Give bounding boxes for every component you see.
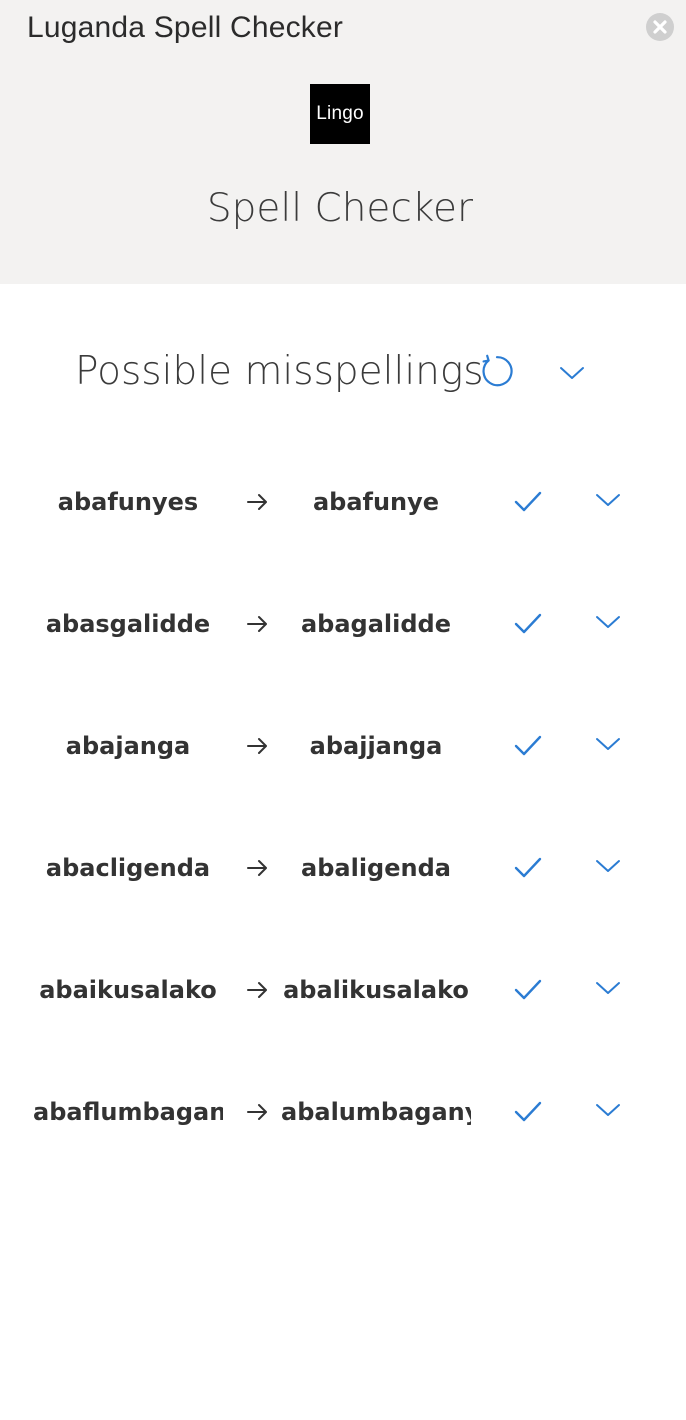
checkmark-icon <box>514 1101 542 1122</box>
suggestion-row: abaikusalako abalikusalako <box>0 958 686 1080</box>
refresh-button[interactable] <box>478 353 514 389</box>
chevron-down-icon <box>596 1104 620 1116</box>
misspelled-word: abaikusalako <box>39 976 217 1004</box>
arrow-right-icon <box>247 982 267 998</box>
arrow-right-icon <box>247 860 267 876</box>
arrow-right-icon <box>247 1104 267 1120</box>
suggestion-list: abafunyes abafunye abasgalidde abagalidd… <box>0 470 686 1202</box>
suggestion-row: abasgalidde abagalidde <box>0 592 686 714</box>
accept-suggestion-button[interactable] <box>512 485 544 517</box>
suggested-word: abalikusalako <box>283 976 469 1004</box>
accept-suggestion-button[interactable] <box>512 973 544 1005</box>
arrow-right-icon <box>247 616 267 632</box>
chevron-down-icon <box>596 616 620 628</box>
misspelled-word: abacligenda <box>45 854 211 882</box>
app-subtitle: Spell Checker <box>206 186 474 231</box>
chevron-down-icon <box>560 367 584 379</box>
expand-row-button[interactable] <box>594 974 622 1002</box>
expand-row-button[interactable] <box>594 486 622 514</box>
suggested-word: abafunye <box>312 488 440 516</box>
checkmark-icon <box>514 857 542 878</box>
expand-row-button[interactable] <box>594 730 622 758</box>
suggested-word: abagalidde <box>300 610 452 638</box>
arrow-right-icon <box>247 738 267 754</box>
chevron-down-icon <box>596 860 620 872</box>
pane-title: Luganda Spell Checker <box>27 11 344 44</box>
task-pane-header: Luganda Spell Checker Lingo Spell Checke… <box>0 0 686 284</box>
chevron-down-icon <box>596 982 620 994</box>
suggested-word: abajjanga <box>309 732 443 760</box>
accept-suggestion-button[interactable] <box>512 851 544 883</box>
lingo-logo: Lingo <box>310 84 370 144</box>
suggested-word: abaligenda <box>301 854 451 882</box>
accept-suggestion-button[interactable] <box>512 729 544 761</box>
misspelled-word: abaflumbaganyi <box>33 1098 223 1126</box>
expand-row-button[interactable] <box>594 608 622 636</box>
section-collapse-button[interactable] <box>558 359 586 387</box>
checkmark-icon <box>514 735 542 756</box>
refresh-icon <box>482 354 513 387</box>
misspelled-word: abafunyes <box>57 488 199 516</box>
chevron-down-icon <box>596 494 620 506</box>
misspelled-word: abasgalidde <box>45 610 211 638</box>
chevron-down-icon <box>596 738 620 750</box>
expand-row-button[interactable] <box>594 852 622 880</box>
expand-row-button[interactable] <box>594 1096 622 1124</box>
checkmark-icon <box>514 979 542 1000</box>
suggestion-row: abajanga abajjanga <box>0 714 686 836</box>
suggestion-row: abafunyes abafunye <box>0 470 686 592</box>
checkmark-icon <box>514 613 542 634</box>
section-title: Possible misspellings <box>75 349 484 394</box>
arrow-right-icon <box>247 494 267 510</box>
close-button[interactable] <box>646 13 674 41</box>
suggestion-row: abacligenda abaligenda <box>0 836 686 958</box>
checkmark-icon <box>514 491 542 512</box>
accept-suggestion-button[interactable] <box>512 1095 544 1127</box>
misspellings-section-header: Possible misspellings <box>0 345 686 401</box>
close-icon <box>653 20 667 34</box>
misspelled-word: abajanga <box>65 732 191 760</box>
suggestion-row: abaflumbaganyi abalumbaganyi <box>0 1080 686 1202</box>
accept-suggestion-button[interactable] <box>512 607 544 639</box>
suggested-word: abalumbaganyi <box>281 1098 471 1126</box>
